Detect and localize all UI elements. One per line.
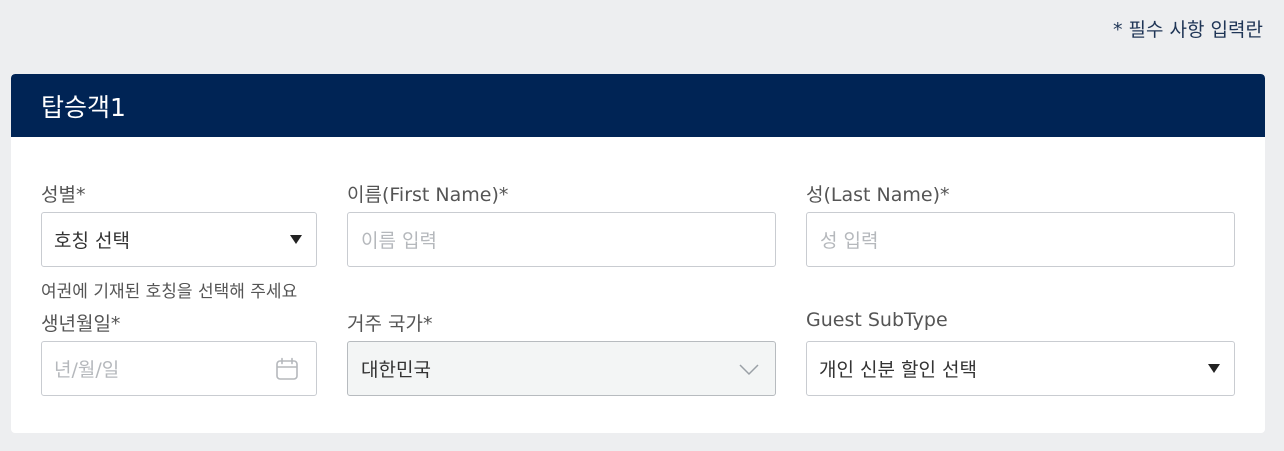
birthdate-label: 생년월일*: [41, 313, 121, 335]
birthdate-input[interactable]: 년/월/일: [41, 341, 317, 396]
required-fields-note: * 필수 사항 입력란: [1113, 19, 1263, 41]
dropdown-arrow-icon: [290, 235, 302, 244]
birthdate-placeholder: 년/월/일: [54, 359, 120, 381]
passenger-card: 탑승객1 성별* 호칭 선택 여권에 기재된 호칭을 선택해 주세요 이름(Fi…: [11, 74, 1265, 433]
guest-subtype-select[interactable]: 개인 신분 할인 선택: [806, 341, 1235, 396]
last-name-placeholder: 성 입력: [820, 230, 879, 252]
guest-subtype-label: Guest SubType: [806, 309, 948, 331]
first-name-placeholder: 이름 입력: [361, 230, 437, 252]
country-label: 거주 국가*: [347, 313, 433, 335]
last-name-label: 성(Last Name)*: [806, 184, 950, 206]
dropdown-arrow-icon: [1208, 364, 1220, 373]
passenger-card-header: 탑승객1: [11, 74, 1265, 137]
gender-hint: 여권에 기재된 호칭을 선택해 주세요: [41, 282, 298, 302]
calendar-icon[interactable]: [275, 357, 299, 381]
last-name-input[interactable]: 성 입력: [806, 212, 1235, 267]
gender-select-value: 호칭 선택: [54, 230, 130, 252]
first-name-input[interactable]: 이름 입력: [347, 212, 776, 267]
first-name-label: 이름(First Name)*: [347, 184, 509, 206]
passenger-title: 탑승객1: [41, 92, 126, 122]
country-select-value: 대한민국: [361, 359, 431, 381]
country-select[interactable]: 대한민국: [347, 341, 776, 396]
gender-select[interactable]: 호칭 선택: [41, 212, 317, 267]
gender-label: 성별*: [41, 184, 86, 206]
chevron-down-icon: [739, 364, 759, 376]
guest-subtype-select-value: 개인 신분 할인 선택: [819, 359, 977, 381]
